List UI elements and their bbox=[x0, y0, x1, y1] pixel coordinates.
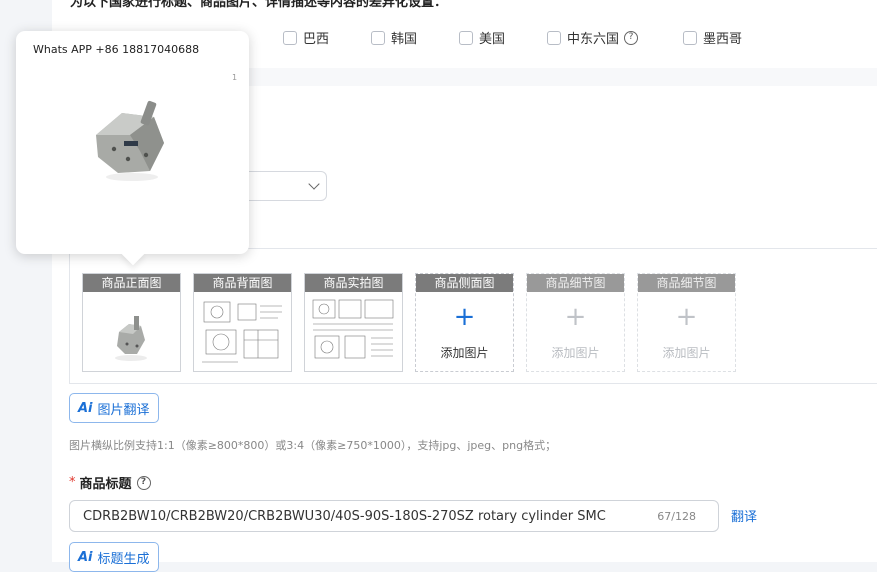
technical-drawing-thumbnail bbox=[202, 301, 282, 363]
product-title-input[interactable]: CDRB2BW10/CRB2BW20/CRB2BWU30/40S-90S-180… bbox=[69, 500, 719, 532]
button-label: 图片翻译 bbox=[97, 402, 150, 418]
image-mark: 1 bbox=[232, 73, 238, 82]
ai-icon: Ai bbox=[78, 400, 93, 416]
tile-label: 商品实拍图 bbox=[305, 274, 402, 292]
image-tile-front[interactable]: 商品正面图 bbox=[82, 273, 181, 372]
country-option-brazil[interactable]: 巴西 bbox=[283, 28, 329, 47]
country-label: 韩国 bbox=[391, 32, 418, 47]
country-option-usa[interactable]: 美国 bbox=[459, 28, 505, 47]
contact-text: Whats APP +86 18817040688 bbox=[33, 43, 200, 56]
ai-icon: Ai bbox=[78, 549, 93, 565]
country-label: 美国 bbox=[479, 32, 506, 47]
label-text: 商品标题 bbox=[79, 477, 132, 492]
product-image bbox=[96, 100, 164, 181]
country-option-middle-east[interactable]: 中东六国 ? bbox=[547, 28, 639, 47]
question-circle-icon[interactable]: ? bbox=[624, 30, 639, 45]
add-image-label: 添加图片 bbox=[551, 346, 600, 360]
add-image-label: 添加图片 bbox=[662, 346, 711, 360]
section-heading: 为以下国家进行标题、商品图片、详情描述等内容的差异化设置： bbox=[70, 0, 448, 10]
image-tile-side[interactable]: 商品侧面图 + 添加图片 bbox=[415, 273, 514, 372]
image-preview-popup: Whats APP +86 18817040688 1 bbox=[16, 31, 249, 266]
tile-label: 商品细节图 bbox=[638, 274, 735, 292]
tile-label: 商品细节图 bbox=[527, 274, 624, 292]
plus-icon[interactable]: + bbox=[527, 304, 624, 330]
translate-link[interactable]: 翻译 bbox=[731, 506, 757, 525]
required-marker: * bbox=[69, 475, 76, 490]
image-tile-detail-2[interactable]: 商品细节图 + 添加图片 bbox=[637, 273, 736, 372]
image-tile-detail-1[interactable]: 商品细节图 + 添加图片 bbox=[526, 273, 625, 372]
image-translate-button[interactable]: Ai 图片翻译 bbox=[69, 393, 159, 423]
checkbox[interactable] bbox=[683, 30, 697, 45]
country-option-korea[interactable]: 韩国 bbox=[371, 28, 417, 47]
country-label: 中东六国 bbox=[567, 32, 620, 47]
title-generate-button[interactable]: Ai 标题生成 bbox=[69, 542, 159, 572]
chevron-down-icon bbox=[308, 178, 320, 190]
tile-label: 商品背面图 bbox=[194, 274, 291, 292]
image-format-hint: 图片横纵比例支持1:1（像素≥800*800）或3:4（像素≥750*1000）… bbox=[69, 439, 557, 452]
tile-label: 商品正面图 bbox=[83, 274, 180, 292]
country-label: 墨西哥 bbox=[703, 32, 743, 47]
country-label: 巴西 bbox=[303, 32, 330, 47]
image-tile-back[interactable]: 商品背面图 bbox=[193, 273, 292, 372]
title-field-label: * 商品标题 ? bbox=[69, 473, 151, 492]
tile-label: 商品侧面图 bbox=[416, 274, 513, 292]
title-value[interactable]: CDRB2BW10/CRB2BW20/CRB2BWU30/40S-90S-180… bbox=[83, 509, 606, 524]
checkbox[interactable] bbox=[283, 30, 297, 45]
image-tile-actual[interactable]: 商品实拍图 bbox=[304, 273, 403, 372]
question-circle-icon[interactable]: ? bbox=[136, 475, 151, 490]
country-option-mexico[interactable]: 墨西哥 bbox=[683, 28, 742, 47]
char-count: 67/128 bbox=[657, 510, 696, 523]
plus-icon[interactable]: + bbox=[638, 304, 735, 330]
checkbox[interactable] bbox=[547, 30, 561, 45]
product-thumbnail bbox=[115, 316, 147, 361]
checkbox[interactable] bbox=[459, 30, 473, 45]
plus-icon[interactable]: + bbox=[416, 304, 513, 330]
checkbox[interactable] bbox=[371, 30, 385, 45]
button-label: 标题生成 bbox=[97, 551, 150, 567]
technical-drawing-thumbnail bbox=[312, 299, 394, 359]
add-image-label: 添加图片 bbox=[440, 346, 489, 360]
